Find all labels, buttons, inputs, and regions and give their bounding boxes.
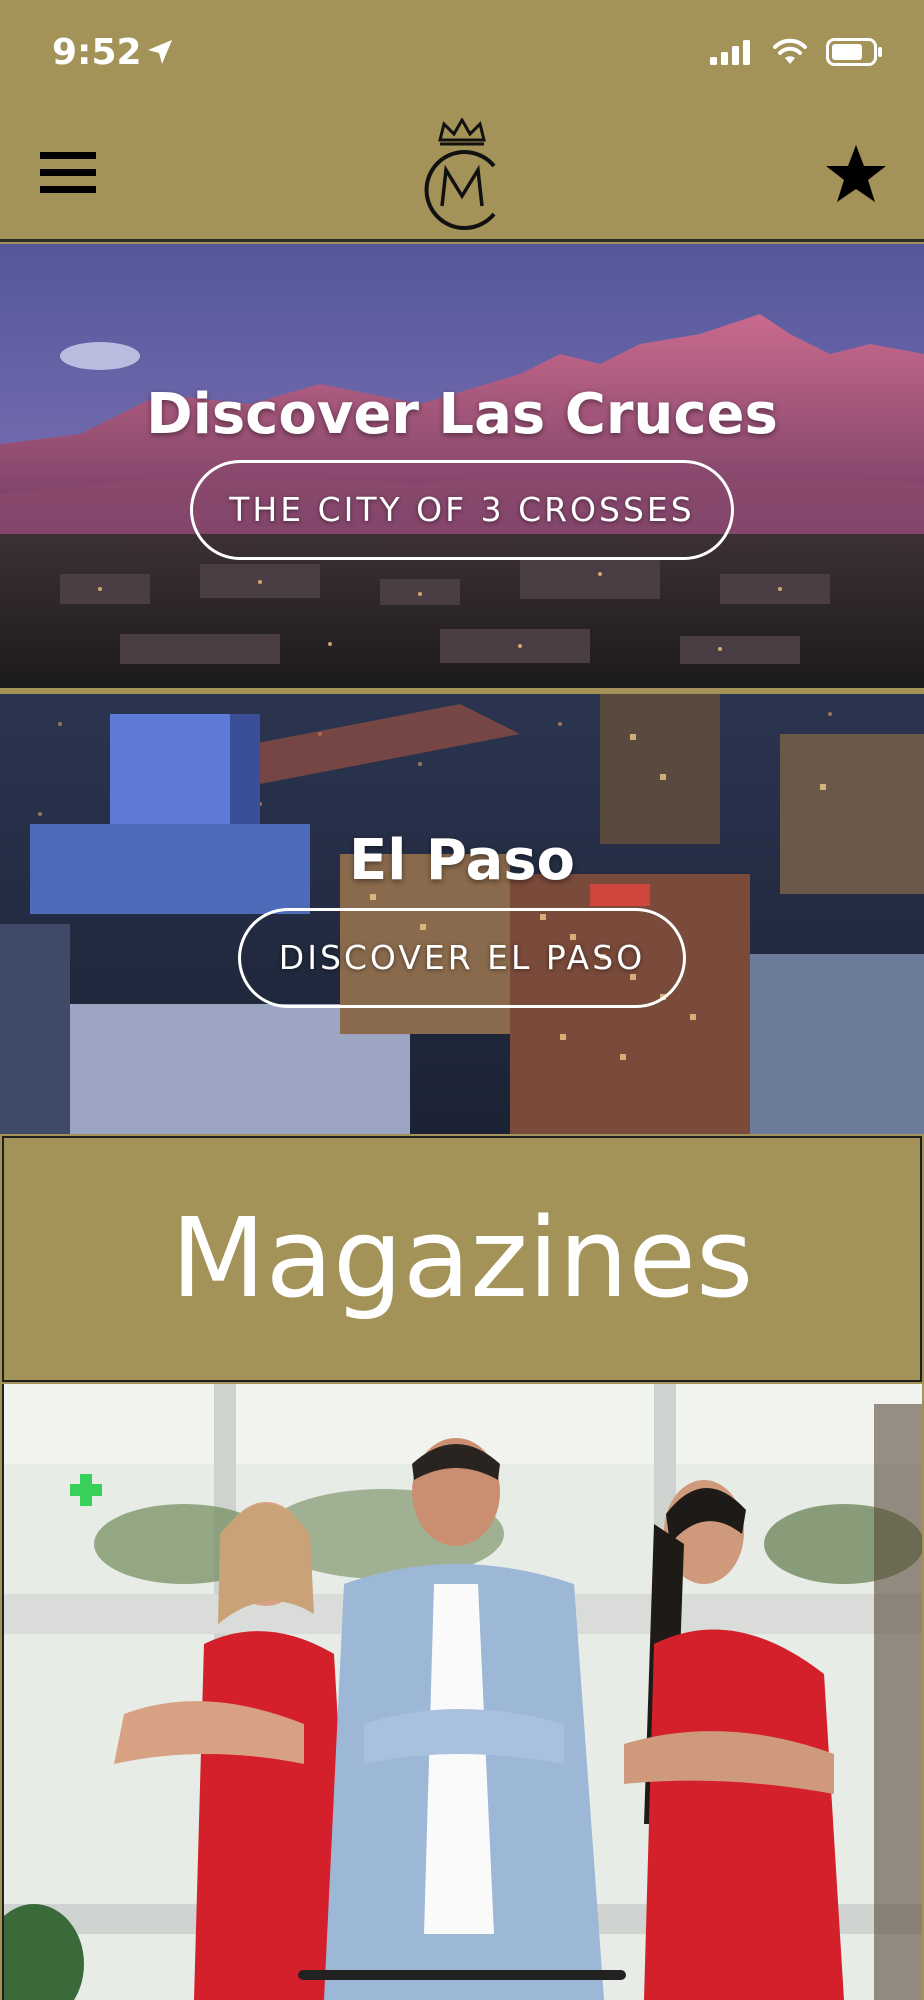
battery-icon [826, 38, 882, 66]
nav-bar [0, 110, 924, 242]
magazines-title: Magazines [170, 1194, 754, 1322]
city-of-3-crosses-button[interactable]: THE CITY OF 3 CROSSES [190, 460, 734, 560]
hamburger-menu-icon[interactable] [40, 152, 96, 196]
crown-monogram-logo[interactable] [414, 118, 510, 236]
status-bar: 9:52 [0, 0, 924, 110]
cellular-signal-icon [710, 40, 750, 65]
star-icon[interactable] [824, 142, 888, 206]
location-arrow-icon [148, 40, 172, 64]
three-people-photo [4, 1384, 922, 2000]
wifi-icon [773, 38, 807, 64]
status-time: 9:52 [52, 32, 142, 73]
banner-title: Discover Las Cruces [146, 382, 778, 447]
banner-las-cruces[interactable]: Discover Las Cruces THE CITY OF 3 CROSSE… [0, 244, 924, 688]
magazines-section[interactable]: Magazines [2, 1136, 922, 1382]
banner-title: El Paso [348, 828, 576, 893]
discover-el-paso-button[interactable]: DISCOVER EL PASO [238, 908, 686, 1008]
home-indicator [298, 1970, 626, 1980]
banner-el-paso[interactable]: El Paso DISCOVER EL PASO [0, 694, 924, 1134]
magazine-cover-photo[interactable] [2, 1384, 922, 2000]
status-icons [710, 38, 884, 66]
